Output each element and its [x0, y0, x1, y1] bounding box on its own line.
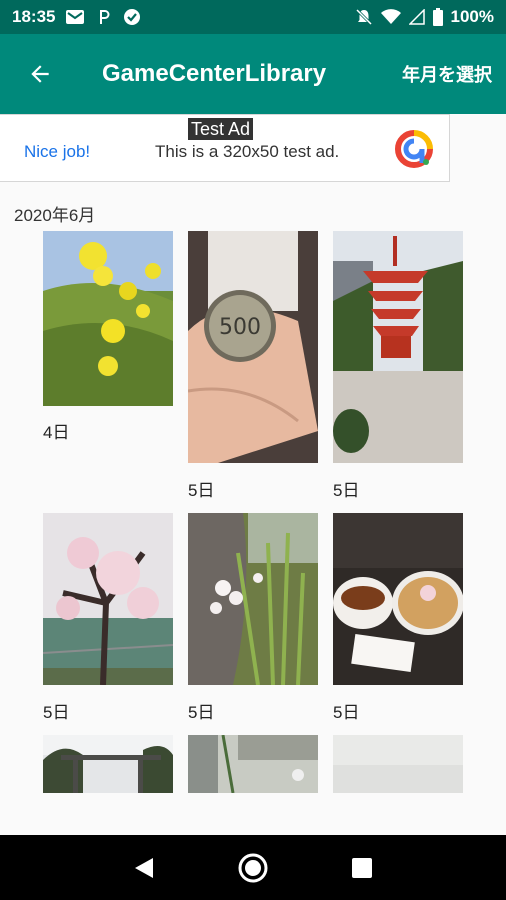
back-button[interactable]: [0, 34, 80, 114]
ad-text: This is a 320x50 test ad.: [155, 142, 340, 161]
photo-thumbnail[interactable]: [43, 231, 173, 406]
photo-thumbnail[interactable]: [333, 735, 463, 793]
photo-thumbnail[interactable]: [333, 231, 463, 463]
bell-off-icon: [355, 8, 373, 26]
signal-icon: [408, 9, 425, 25]
arrow-back-icon: [31, 65, 49, 83]
photo-thumbnail[interactable]: [188, 735, 318, 793]
section-title: 2020年6月: [14, 206, 96, 225]
nav-recents-button[interactable]: [337, 843, 387, 893]
circle-home-icon: [238, 853, 268, 882]
photo-day-label: 5日: [188, 703, 215, 722]
check-badge-icon: [123, 8, 141, 26]
system-nav-bar: [0, 835, 506, 900]
p-icon: [95, 8, 113, 26]
photo-day-label: 5日: [43, 703, 70, 722]
photo-day-label: 5日: [188, 481, 215, 500]
ad-nice-text: Nice job!: [24, 142, 91, 161]
photo-day-label: 5日: [333, 703, 360, 722]
photo-day-label: 4日: [43, 423, 70, 442]
photo-thumbnail[interactable]: [43, 735, 173, 793]
gmail-icon: [65, 9, 85, 25]
photo-thumbnail[interactable]: [333, 513, 463, 685]
triangle-back-icon: [135, 857, 154, 878]
photo-day-label: 5日: [333, 481, 360, 500]
photo-thumbnail[interactable]: 500: [188, 231, 318, 463]
photo-thumbnail[interactable]: [43, 513, 173, 685]
app-bar: GameCenterLibrary 年月を選択: [0, 34, 506, 114]
photo-thumbnail[interactable]: [188, 513, 318, 685]
select-month-button[interactable]: 年月を選択: [402, 61, 492, 87]
nav-home-button[interactable]: [228, 843, 278, 893]
battery-percent: 100%: [450, 7, 494, 26]
square-recents-icon: [351, 857, 372, 878]
ad-banner[interactable]: Test Ad Nice job! This is a 320x50 test …: [0, 114, 450, 182]
nav-back-button[interactable]: [119, 843, 169, 893]
status-time: 18:35: [12, 7, 56, 26]
ad-badge: Test Ad: [188, 118, 254, 140]
battery-icon: [432, 8, 443, 26]
wifi-icon: [380, 9, 401, 25]
ad-logo-icon[interactable]: [394, 129, 434, 169]
svg-text:500: 500: [219, 315, 261, 340]
page-title: GameCenterLibrary: [102, 60, 327, 87]
status-bar: 18:35 100%: [0, 0, 506, 34]
